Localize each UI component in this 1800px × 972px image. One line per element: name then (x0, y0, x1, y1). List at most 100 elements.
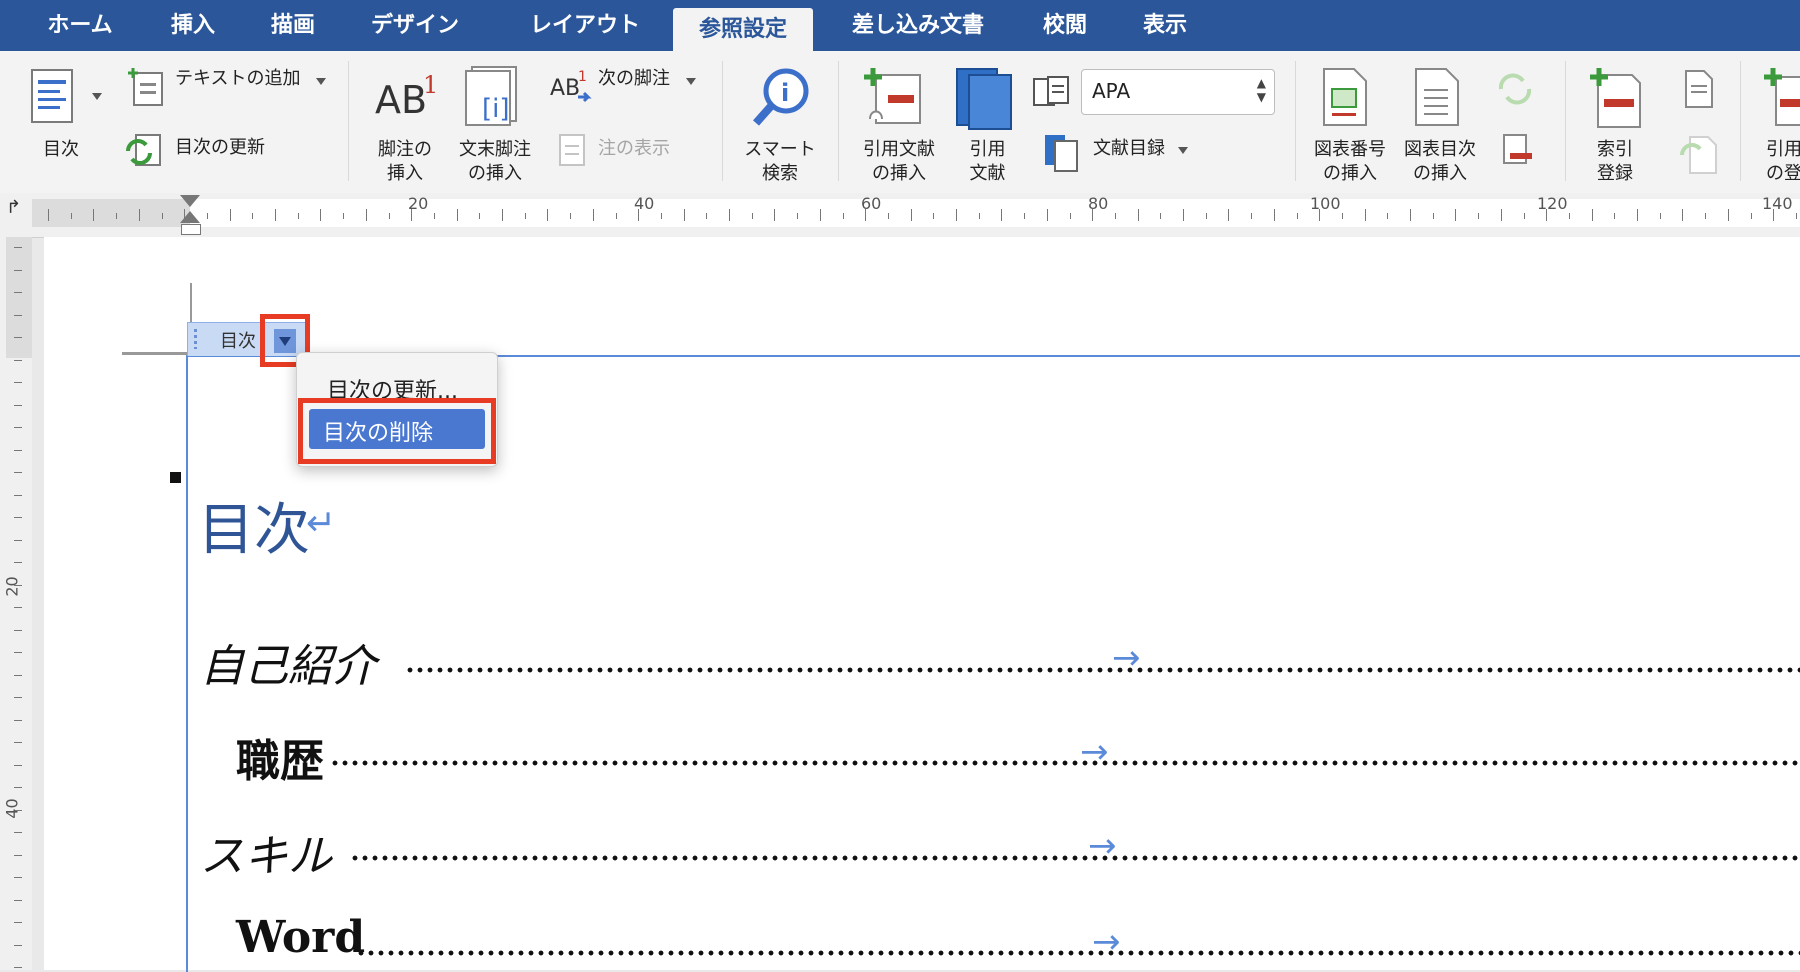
bibliography-label[interactable]: 文献目録 (1093, 137, 1165, 161)
tab-view[interactable]: 表示 (1130, 0, 1200, 51)
ruler-tick (842, 213, 844, 219)
ruler-tick (797, 213, 799, 219)
ruler-tick (910, 209, 912, 221)
paragraph-mark-icon: ↵ (306, 503, 337, 544)
add-text-chevron-icon[interactable] (316, 78, 326, 85)
cross-reference-icon[interactable] (1500, 133, 1536, 177)
next-footnote-chevron-icon[interactable] (686, 78, 696, 85)
insert-caption-label[interactable]: 図表番号 の挿入 (1305, 138, 1395, 186)
ruler-tick (206, 213, 208, 219)
ruler-tick (320, 209, 322, 221)
citation-style-select[interactable]: APA ▲ ▼ (1081, 69, 1275, 115)
toc-button-label[interactable]: 目次 (30, 138, 92, 162)
mark-citation-icon[interactable] (1762, 65, 1800, 135)
ruler-tick (592, 209, 594, 221)
horizontal-ruler[interactable]: ↱ 20 40 60 80 100 120 140 (0, 193, 1800, 238)
hanging-indent-marker[interactable] (180, 211, 200, 223)
svg-text:1: 1 (423, 71, 437, 99)
tab-draw[interactable]: 描画 (248, 0, 338, 51)
ruler-tick (275, 209, 276, 221)
ruler-tick (14, 899, 22, 901)
smart-lookup-icon[interactable]: i (748, 65, 812, 135)
ruler-tick (1705, 213, 1707, 219)
insert-endnote-icon[interactable]: [i] (460, 65, 524, 131)
add-text-label[interactable]: テキストの追加 (175, 67, 300, 91)
insert-endnote-label[interactable]: 文末脚注 の挿入 (450, 138, 540, 186)
tab-mark-icon: → (1088, 826, 1117, 866)
bibliography-chevron-icon[interactable] (1178, 147, 1188, 154)
ruler-tick (14, 382, 22, 383)
ruler-tick (887, 213, 889, 219)
toc-entry[interactable]: スキル (200, 820, 332, 884)
ruler-tick (1046, 209, 1048, 221)
ruler-tick (774, 209, 776, 221)
add-text-icon[interactable] (126, 65, 166, 113)
tab-design[interactable]: デザイン (350, 0, 480, 51)
left-indent-marker[interactable] (181, 224, 201, 235)
ruler-tick (14, 269, 22, 271)
first-line-indent-marker[interactable] (180, 195, 200, 207)
mark-citation-label[interactable]: 引用 の登 (1766, 138, 1800, 186)
toc-dropdown-chevron-icon[interactable] (92, 93, 102, 100)
ruler-tick (1591, 209, 1593, 221)
toc-entry[interactable]: 自己紹介 (200, 630, 376, 694)
insert-footnote-label[interactable]: 脚注の 挿入 (365, 138, 445, 186)
toc-leader-dots (330, 758, 1800, 768)
insert-footnote-icon[interactable]: AB 1 (373, 71, 438, 125)
table-of-contents-icon[interactable] (30, 68, 76, 128)
svg-text:1: 1 (578, 69, 587, 85)
mark-entry-icon[interactable] (1588, 65, 1644, 135)
tab-home[interactable]: ホーム (20, 0, 140, 51)
ruler-tick (1432, 213, 1434, 219)
update-toc-label[interactable]: 目次の更新 (175, 136, 265, 160)
tab-selector-icon[interactable]: ↱ (6, 197, 21, 218)
ruler-tick (14, 494, 22, 496)
ruler-tick (1659, 213, 1661, 219)
citations-label[interactable]: 引用 文献 (950, 138, 1025, 186)
mark-entry-label[interactable]: 索引 登録 (1582, 138, 1648, 186)
ruler-tick (14, 292, 22, 293)
ruler-tick (14, 697, 22, 698)
tab-layout[interactable]: レイアウト (510, 0, 660, 51)
toc-entry[interactable]: 職歴 (236, 725, 324, 789)
toc-leader-dots (405, 665, 1800, 675)
ruler-tick (14, 719, 22, 721)
tab-insert[interactable]: 挿入 (148, 0, 238, 51)
update-toc-icon[interactable] (124, 133, 164, 173)
ruler-tick (14, 832, 22, 833)
tab-references[interactable]: 参照設定 (673, 8, 813, 51)
next-footnote-label[interactable]: 次の脚注 (598, 67, 670, 91)
ruler-tick (456, 209, 458, 221)
ruler-tick (343, 213, 345, 219)
ribbon-separator (838, 61, 839, 181)
paragraph-handle[interactable] (170, 472, 181, 483)
ruler-tick (297, 213, 299, 219)
ruler-tick (14, 944, 22, 946)
ruler-tick (14, 449, 22, 451)
drag-handle-icon[interactable] (194, 329, 197, 349)
ruler-label: 80 (1088, 194, 1109, 213)
tab-mailings[interactable]: 差し込み文書 (838, 0, 998, 51)
insert-table-of-figures-label[interactable]: 図表目次 の挿入 (1395, 138, 1485, 186)
insert-table-of-figures-icon[interactable] (1412, 67, 1462, 131)
ruler-tick (48, 209, 49, 221)
tab-review[interactable]: 校閲 (1030, 0, 1100, 51)
ruler-tick (1183, 209, 1184, 221)
next-footnote-icon[interactable]: AB 1 (550, 67, 594, 111)
ruler-tick (14, 404, 22, 406)
citations-icon[interactable] (955, 65, 1017, 135)
toc-entry[interactable]: Word (236, 912, 365, 963)
insert-caption-icon[interactable] (1320, 67, 1370, 131)
insert-index-icon[interactable] (1682, 69, 1716, 113)
manage-sources-icon[interactable] (1032, 75, 1072, 113)
vertical-ruler[interactable]: 20 40 (0, 237, 32, 970)
insert-citation-icon[interactable] (862, 65, 928, 135)
insert-citation-label[interactable]: 引用文献 の挿入 (852, 138, 946, 186)
toc-leader-dots (350, 853, 1800, 863)
citation-style-stepper-icon[interactable]: ▲ ▼ (1257, 76, 1266, 104)
ruler-tick (1750, 213, 1752, 219)
ruler-tick (1296, 213, 1298, 219)
smart-lookup-label[interactable]: スマート 検索 (735, 138, 825, 186)
svg-text:AB: AB (550, 76, 580, 101)
bibliography-icon[interactable] (1043, 133, 1083, 177)
